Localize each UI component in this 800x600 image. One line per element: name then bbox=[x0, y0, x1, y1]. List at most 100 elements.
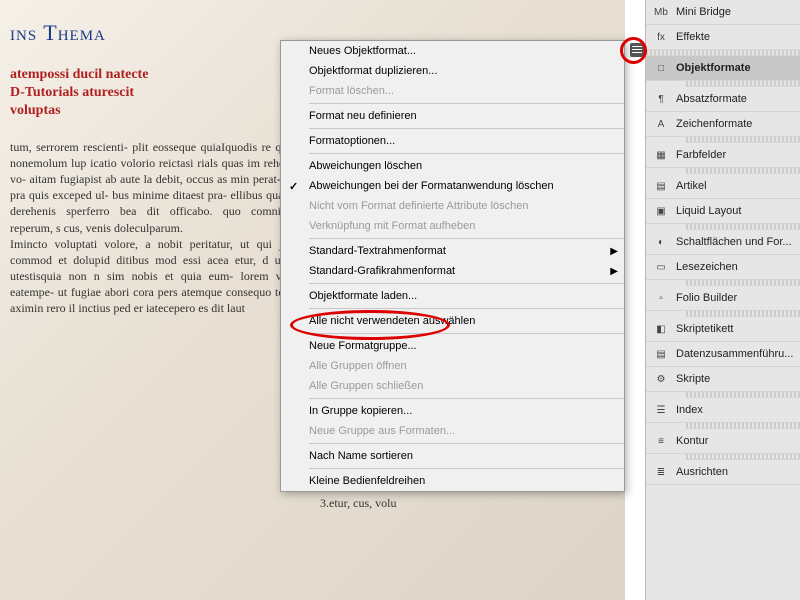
panel-tab[interactable]: ⚙ Skripte bbox=[646, 367, 800, 392]
panel-tab[interactable]: ▤Artikel bbox=[646, 174, 800, 199]
panel-tab[interactable]: AZeichenformate bbox=[646, 112, 800, 137]
menu-item-label: Abweichungen löschen bbox=[309, 160, 422, 172]
panel-tab[interactable]: Mb Mini Bridge bbox=[646, 0, 800, 25]
panel-label: Index bbox=[676, 404, 703, 416]
menu-item-label: Neues Objektformat... bbox=[309, 45, 416, 57]
menu-item[interactable]: ✓ Abweichungen bei der Formatanwendung lö… bbox=[281, 176, 624, 196]
menu-separator bbox=[309, 333, 624, 334]
menu-item[interactable]: Neue Formatgruppe... bbox=[281, 336, 624, 356]
panel-label: Skripte bbox=[676, 373, 710, 385]
menu-item[interactable]: Objektformat duplizieren... bbox=[281, 61, 624, 81]
panel-label: Folio Builder bbox=[676, 292, 737, 304]
panel-label: Farbfelder bbox=[676, 149, 726, 161]
submenu-arrow-icon: ▶ bbox=[610, 266, 618, 277]
menu-separator bbox=[309, 283, 624, 284]
panel-icon: ▭ bbox=[652, 260, 670, 274]
panel-tab[interactable]: ▦Farbfelder bbox=[646, 143, 800, 168]
menu-item-label: Kleine Bedienfeldreihen bbox=[309, 475, 425, 487]
panel-label: Liquid Layout bbox=[676, 205, 741, 217]
menu-item-label: Nach Name sortieren bbox=[309, 450, 413, 462]
panel-label: Ausrichten bbox=[676, 466, 728, 478]
panel-label: Mini Bridge bbox=[676, 6, 731, 18]
menu-item: Alle Gruppen öffnen bbox=[281, 356, 624, 376]
menu-item[interactable]: Format neu definieren bbox=[281, 106, 624, 126]
panel-icon: ≡ bbox=[652, 434, 670, 448]
menu-item-label: Alle nicht verwendeten auswählen bbox=[309, 315, 475, 327]
panel-label: Absatzformate bbox=[676, 93, 747, 105]
panel-tab[interactable]: ≡ Kontur bbox=[646, 429, 800, 454]
panel-label: Artikel bbox=[676, 180, 707, 192]
menu-item-label: Format neu definieren bbox=[309, 110, 417, 122]
menu-separator bbox=[309, 103, 624, 104]
panel-dock: Mb Mini Bridge fx Effekte □ Objektformate ¶ Abs… bbox=[645, 0, 800, 600]
menu-separator bbox=[309, 398, 624, 399]
panel-tab[interactable]: □ Objektformate bbox=[646, 56, 800, 81]
menu-item-label: Alle Gruppen öffnen bbox=[309, 360, 407, 372]
menu-item-label: Alle Gruppen schließen bbox=[309, 380, 423, 392]
panel-icon: ◧ bbox=[652, 322, 670, 336]
panel-icon: ▫ bbox=[652, 291, 670, 305]
menu-separator bbox=[309, 443, 624, 444]
menu-item[interactable]: Objektformate laden... bbox=[281, 286, 624, 306]
panel-flyout-button[interactable] bbox=[630, 43, 644, 57]
menu-separator bbox=[309, 238, 624, 239]
object-styles-flyout-menu[interactable]: Neues Objektformat... Objektformat dupliz… bbox=[280, 40, 625, 492]
menu-item: Format löschen... bbox=[281, 81, 624, 101]
menu-separator bbox=[309, 153, 624, 154]
menu-item[interactable]: In Gruppe kopieren... bbox=[281, 401, 624, 421]
menu-item-label: Neue Gruppe aus Formaten... bbox=[309, 425, 455, 437]
panel-label: Schaltflächen und For... bbox=[676, 236, 792, 248]
menu-item: Neue Gruppe aus Formaten... bbox=[281, 421, 624, 441]
panel-label: Datenzusammenführu... bbox=[676, 348, 793, 360]
check-icon: ✓ bbox=[289, 180, 298, 193]
panel-tab[interactable]: ¶ Absatzformate bbox=[646, 87, 800, 112]
menu-item-label: Standard-Textrahmenformat bbox=[309, 245, 446, 257]
panel-icon: □ bbox=[652, 61, 670, 75]
menu-item: Alle Gruppen schließen bbox=[281, 376, 624, 396]
panel-icon: ≣ bbox=[652, 465, 670, 479]
panel-icon: ▣ bbox=[652, 204, 670, 218]
panel-icon: fx bbox=[652, 30, 670, 44]
panel-tab[interactable]: ▭ Lesezeichen bbox=[646, 255, 800, 280]
panel-label: Skriptetikett bbox=[676, 323, 733, 335]
panel-tab[interactable]: ◐ Schaltflächen und For... bbox=[646, 230, 800, 255]
menu-item[interactable]: Standard-Grafikrahmenformat ▶ bbox=[281, 261, 624, 281]
menu-item-label: Neue Formatgruppe... bbox=[309, 340, 417, 352]
panel-icon: ◐ bbox=[652, 235, 670, 249]
panel-tab[interactable]: ≣ Ausrichten bbox=[646, 460, 800, 485]
menu-item-label: Standard-Grafikrahmenformat bbox=[309, 265, 455, 277]
menu-item[interactable]: Alle nicht verwendeten auswählen bbox=[281, 311, 624, 331]
panel-icon: ☰ bbox=[652, 403, 670, 417]
panel-icon: ▤ bbox=[652, 347, 670, 361]
menu-item-label: Abweichungen bei der Formatanwendung lös… bbox=[309, 180, 554, 192]
submenu-arrow-icon: ▶ bbox=[610, 246, 618, 257]
body-column-1: tum, serrorem rescienti- plit eosseque q… bbox=[10, 139, 305, 511]
menu-item-label: Formatoptionen... bbox=[309, 135, 395, 147]
panel-tab[interactable]: fx Effekte bbox=[646, 25, 800, 50]
panel-icon: A bbox=[652, 117, 670, 131]
menu-separator bbox=[309, 468, 624, 469]
menu-item-label: Format löschen... bbox=[309, 85, 394, 97]
panel-tab[interactable]: ◧ Skriptetikett bbox=[646, 317, 800, 342]
panel-tab[interactable]: ▣ Liquid Layout bbox=[646, 199, 800, 224]
menu-item[interactable]: Nach Name sortieren bbox=[281, 446, 624, 466]
panel-tab[interactable]: ▫ Folio Builder bbox=[646, 286, 800, 311]
menu-item[interactable]: Standard-Textrahmenformat ▶ bbox=[281, 241, 624, 261]
menu-item[interactable]: Abweichungen löschen bbox=[281, 156, 624, 176]
panel-icon: ⚙ bbox=[652, 372, 670, 386]
panel-label: Kontur bbox=[676, 435, 708, 447]
menu-item-label: Objektformat duplizieren... bbox=[309, 65, 437, 77]
panel-label: Objektformate bbox=[676, 62, 751, 74]
panel-tab[interactable]: ☰ Index bbox=[646, 398, 800, 423]
menu-item[interactable]: Kleine Bedienfeldreihen bbox=[281, 471, 624, 491]
panel-icon: ¶ bbox=[652, 92, 670, 106]
menu-separator bbox=[309, 128, 624, 129]
menu-item-label: Nicht vom Format definierte Attribute lö… bbox=[309, 200, 528, 212]
panel-label: Lesezeichen bbox=[676, 261, 738, 273]
panel-icon: Mb bbox=[652, 5, 670, 19]
menu-item[interactable]: Formatoptionen... bbox=[281, 131, 624, 151]
panel-label: Effekte bbox=[676, 31, 710, 43]
panel-tab[interactable]: ▤ Datenzusammenführu... bbox=[646, 342, 800, 367]
menu-item[interactable]: Neues Objektformat... bbox=[281, 41, 624, 61]
menu-item-label: In Gruppe kopieren... bbox=[309, 405, 412, 417]
